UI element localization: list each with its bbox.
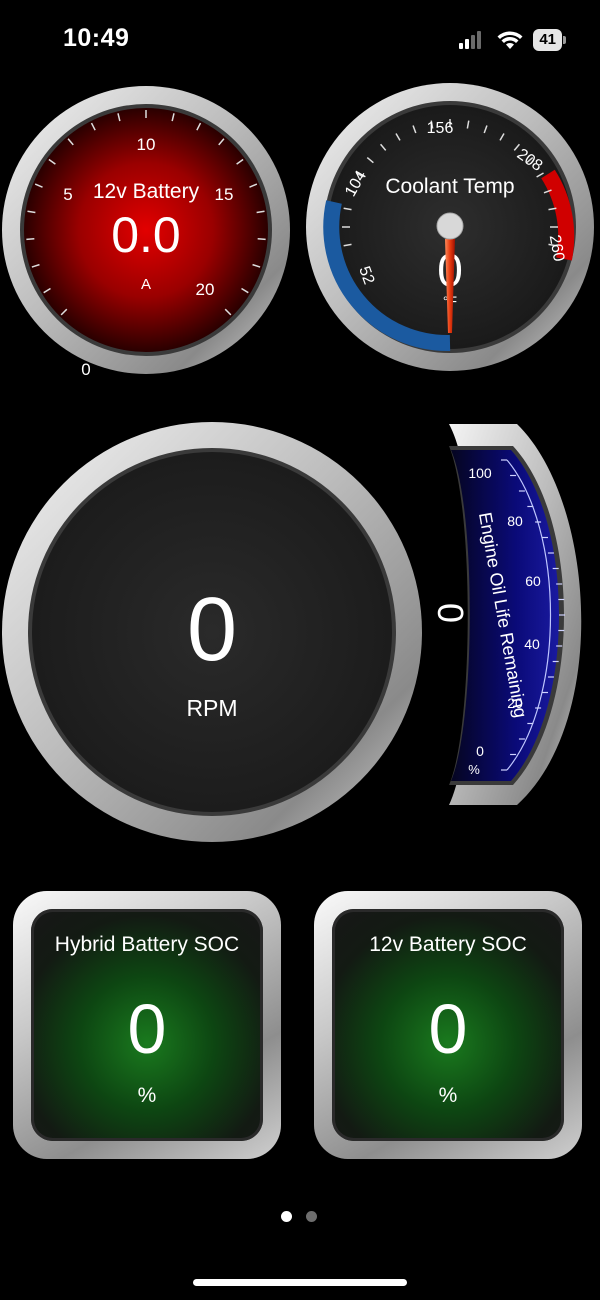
tick-label: 40: [524, 636, 540, 652]
tick-label: 0: [81, 360, 90, 376]
tile-value: 0: [127, 990, 167, 1068]
wifi-icon: [497, 31, 523, 49]
tile-unit: %: [137, 1084, 157, 1107]
tick-mark: [257, 238, 266, 241]
gauge-value: 0: [187, 580, 237, 680]
coolant-temp-gauge[interactable]: 52 104 156 208 260 Coolant Temp 0 °F: [304, 81, 596, 373]
gauge-value: 0: [430, 603, 471, 623]
home-indicator[interactable]: [193, 1279, 407, 1286]
tile-title: 12v Battery SOC: [369, 933, 527, 956]
cellular-signal-icon: [459, 31, 482, 49]
tile-unit: %: [438, 1084, 458, 1107]
needle-hub: [436, 212, 464, 240]
gauge-label: RPM: [186, 695, 237, 721]
rpm-gauge[interactable]: 0 RPM: [0, 420, 425, 845]
tile-title: Hybrid Battery SOC: [54, 933, 240, 956]
gauge-title: 12v Battery: [93, 180, 200, 203]
tick-label: 100: [468, 465, 492, 481]
gauge-unit: %: [468, 762, 480, 777]
battery-12v-gauge[interactable]: 0 5 10 15 20 12v Battery 0.0 A: [0, 84, 292, 376]
status-icons: 41: [459, 27, 566, 53]
tick-label: 5: [63, 185, 72, 204]
gauge-title: Coolant Temp: [385, 175, 514, 198]
status-time: 10:49: [63, 24, 130, 52]
tick-label: 15: [215, 185, 234, 204]
gauge-unit: A: [141, 276, 151, 293]
tick-label: 20: [196, 280, 215, 299]
tick-label: 60: [525, 573, 541, 589]
page-dot-active[interactable]: [281, 1211, 292, 1222]
battery-indicator: 41: [533, 29, 566, 51]
tick-mark: [26, 238, 35, 241]
tick-label: 10: [137, 135, 156, 154]
tile-value: 0: [428, 990, 468, 1068]
page-dot[interactable]: [306, 1211, 317, 1222]
tick-label: 156: [427, 120, 454, 137]
page-indicator[interactable]: [281, 1211, 317, 1222]
hybrid-battery-soc-tile[interactable]: Hybrid Battery SOC 0 %: [13, 891, 281, 1159]
oil-life-gauge[interactable]: 100 80 60 40 20 0 % Engine Oil Life Rema…: [425, 420, 600, 810]
battery-12v-soc-tile[interactable]: 12v Battery SOC 0 %: [314, 891, 582, 1159]
gauge-value: 0.0: [111, 207, 181, 263]
tick-label: 80: [507, 513, 523, 529]
tick-label: 0: [476, 743, 484, 759]
